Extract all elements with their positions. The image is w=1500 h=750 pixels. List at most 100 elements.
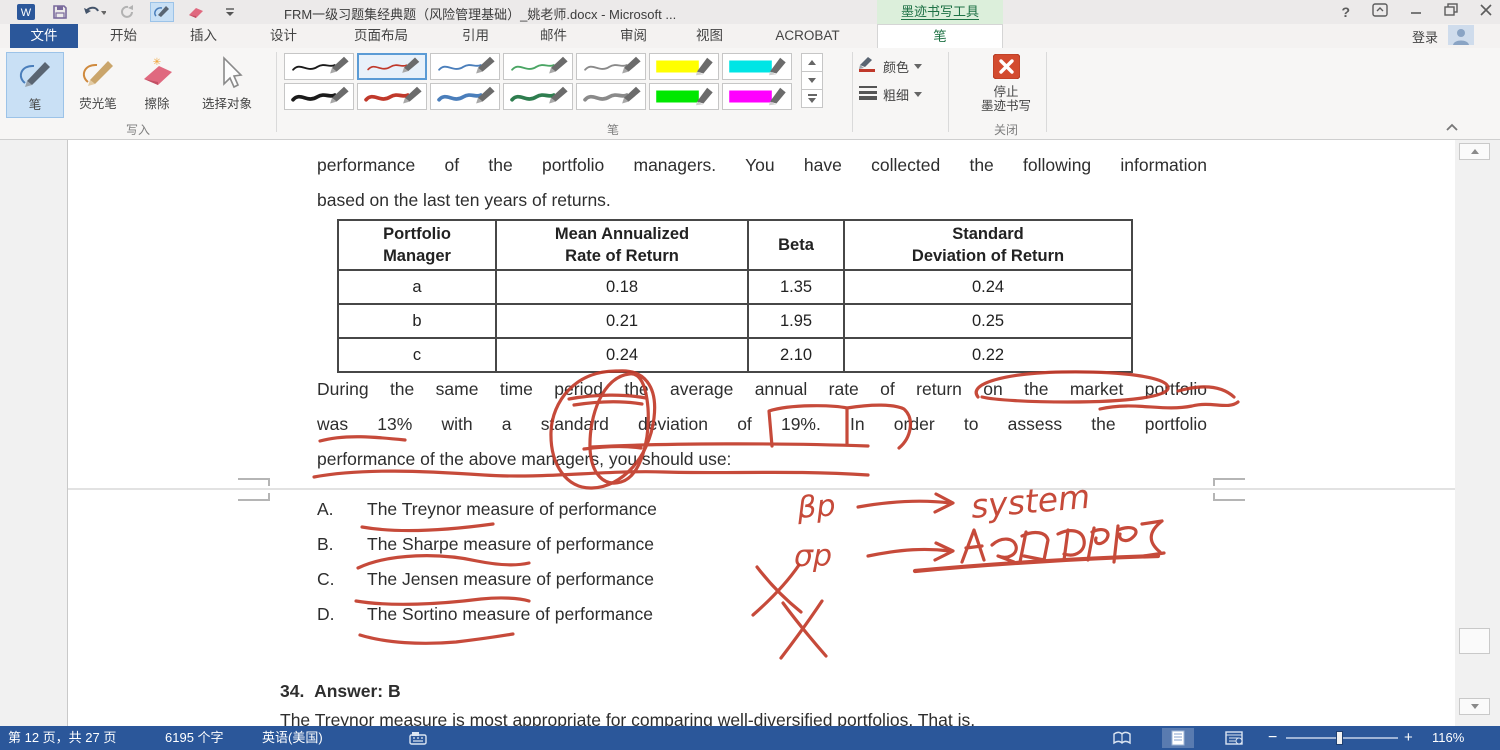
pen-gallery-grid (284, 53, 796, 110)
pen-style-green-fine[interactable] (503, 53, 573, 80)
pen-tool-button[interactable]: 笔 (6, 52, 64, 118)
table-cell: 0.25 (844, 304, 1132, 338)
pen-style-black-thick[interactable] (284, 83, 354, 110)
answer-heading: 34. Answer: B (280, 681, 401, 702)
stop-inking-button[interactable]: 停止 墨迹书写 (968, 50, 1044, 120)
contextual-tab-header: 墨迹书写工具 (877, 0, 1003, 24)
pen-style-gray-fine[interactable] (576, 53, 646, 80)
document-title: FRM一级习题集经典题（风险管理基础）_姚老师.docx - Microsoft… (284, 4, 676, 23)
table-cell: 0.24 (844, 270, 1132, 304)
proofing-status-icon[interactable] (406, 728, 430, 748)
highlighter-tool-button[interactable]: 荧光笔 (68, 52, 128, 118)
color-icon (858, 56, 878, 76)
tab-page-layout[interactable]: 页面布局 (336, 24, 426, 48)
minimize-icon[interactable] (1410, 3, 1422, 21)
language-indicator[interactable]: 英语(美国) (262, 726, 323, 750)
stop-inking-icon (993, 54, 1020, 79)
pen-style-black-fine[interactable] (284, 53, 354, 80)
scroll-down-icon[interactable] (1459, 698, 1490, 715)
select-objects-button[interactable]: 选择对象 (186, 52, 268, 118)
vertical-scrollbar[interactable] (1455, 140, 1500, 726)
tab-pen[interactable]: 笔 (877, 24, 1003, 48)
tab-design[interactable]: 设计 (256, 24, 311, 48)
quick-access-toolbar: W (14, 0, 242, 24)
tab-acrobat[interactable]: ACROBAT (760, 24, 855, 48)
pen-style-blue-thick[interactable] (430, 83, 500, 110)
close-icon[interactable] (1480, 3, 1492, 21)
pen-style-magenta-highlighter[interactable] (722, 83, 792, 110)
help-icon[interactable]: ? (1341, 4, 1350, 20)
gallery-more-icon[interactable] (801, 89, 823, 108)
pen-style-green-highlighter[interactable] (649, 83, 719, 110)
zoom-level[interactable]: 116% (1432, 726, 1464, 750)
customize-qat-icon[interactable] (218, 2, 242, 22)
zoom-out-button[interactable]: − (1268, 726, 1277, 750)
pen-style-yellow-highlighter[interactable] (649, 53, 719, 80)
table-cell: 0.22 (844, 338, 1132, 372)
read-mode-icon[interactable] (1106, 728, 1138, 748)
pen-icon (15, 56, 55, 92)
group-label-close: 关闭 (946, 121, 1066, 138)
answer-explanation: The Treynor measure is most appropriate … (280, 710, 975, 726)
table-head: Portfolio ManagerMean Annualized Rate of… (338, 220, 1132, 270)
collapse-ribbon-icon[interactable] (1440, 118, 1464, 136)
word-count[interactable]: 6195 个字 (165, 726, 224, 750)
pen-style-red-thick[interactable] (357, 83, 427, 110)
table-header-cell: Beta (748, 220, 844, 270)
group-label-pens: 笔 (553, 121, 673, 138)
zoom-in-button[interactable]: + (1404, 726, 1413, 750)
table-cell: 0.18 (496, 270, 748, 304)
option-B: B.The Sharpe measure of performance (317, 534, 654, 555)
ribbon: 笔 荧光笔 ✳ 擦除 选择对象 写入 笔 颜色 (0, 48, 1500, 140)
pen-style-cyan-highlighter[interactable] (722, 53, 792, 80)
color-button[interactable]: 颜色 (858, 54, 922, 78)
pen-style-gray-thick[interactable] (576, 83, 646, 110)
zoom-slider-thumb[interactable] (1336, 731, 1343, 745)
highlighter-icon (78, 55, 118, 91)
undo-icon[interactable] (82, 2, 106, 22)
eraser-icon: ✳ (137, 55, 177, 91)
table-cell: 0.24 (496, 338, 748, 372)
sign-in-link[interactable]: 登录 (1412, 27, 1438, 46)
gallery-scroll-up-icon[interactable] (801, 53, 823, 72)
scrollbar-thumb[interactable] (1459, 628, 1490, 654)
pen-style-blue-fine[interactable] (430, 53, 500, 80)
tab-view[interactable]: 视图 (682, 24, 737, 48)
web-layout-icon[interactable] (1218, 728, 1250, 748)
print-layout-icon[interactable] (1162, 728, 1194, 748)
table-cell: 1.35 (748, 270, 844, 304)
save-icon[interactable] (48, 2, 72, 22)
redo-icon (116, 2, 140, 22)
table-cell: c (338, 338, 496, 372)
title-bar: W FRM一级习题集经典题（风险管理基础）_姚老师.docx - Microso… (0, 0, 1500, 24)
ribbon-display-options-icon[interactable] (1372, 3, 1388, 22)
pen-style-red-fine[interactable] (357, 53, 427, 80)
tab-references[interactable]: 引用 (448, 24, 503, 48)
option-C: C.The Jensen measure of performance (317, 569, 654, 590)
start-inking-icon[interactable] (150, 2, 174, 22)
tab-insert[interactable]: 插入 (176, 24, 231, 48)
scroll-up-icon[interactable] (1459, 143, 1490, 160)
svg-text:W: W (21, 7, 32, 19)
thickness-icon (858, 85, 878, 103)
thickness-button[interactable]: 粗细 (858, 82, 922, 106)
ribbon-tabs: 文件开始插入设计页面布局引用邮件审阅视图ACROBAT笔 (0, 24, 855, 48)
tab-mailings[interactable]: 邮件 (526, 24, 581, 48)
gallery-scroll-down-icon[interactable] (801, 71, 823, 90)
restore-icon[interactable] (1444, 3, 1458, 21)
user-avatar[interactable] (1448, 25, 1474, 48)
table-row: b0.211.950.25 (338, 304, 1132, 338)
tab-file[interactable]: 文件 (10, 24, 78, 48)
tab-review[interactable]: 审阅 (606, 24, 661, 48)
erase-tool-button[interactable]: ✳ 擦除 (131, 52, 183, 118)
word-logo-icon[interactable]: W (14, 2, 38, 22)
qat-eraser-icon[interactable] (184, 2, 208, 22)
tab-home[interactable]: 开始 (96, 24, 151, 48)
paragraph-line: During the same time period the average … (317, 379, 1207, 400)
page-indicator[interactable]: 第 12 页，共 27 页 (8, 726, 116, 750)
paragraph-line: performance of the above managers, you s… (317, 449, 731, 470)
option-A: A.The Treynor measure of performance (317, 499, 657, 520)
ribbon-tab-row: 文件开始 插入 设计 页面布局引用邮件 审阅视图 ACROBAT 笔 登录 (0, 24, 1500, 48)
table-cell: 1.95 (748, 304, 844, 338)
pen-style-green-thick[interactable] (503, 83, 573, 110)
